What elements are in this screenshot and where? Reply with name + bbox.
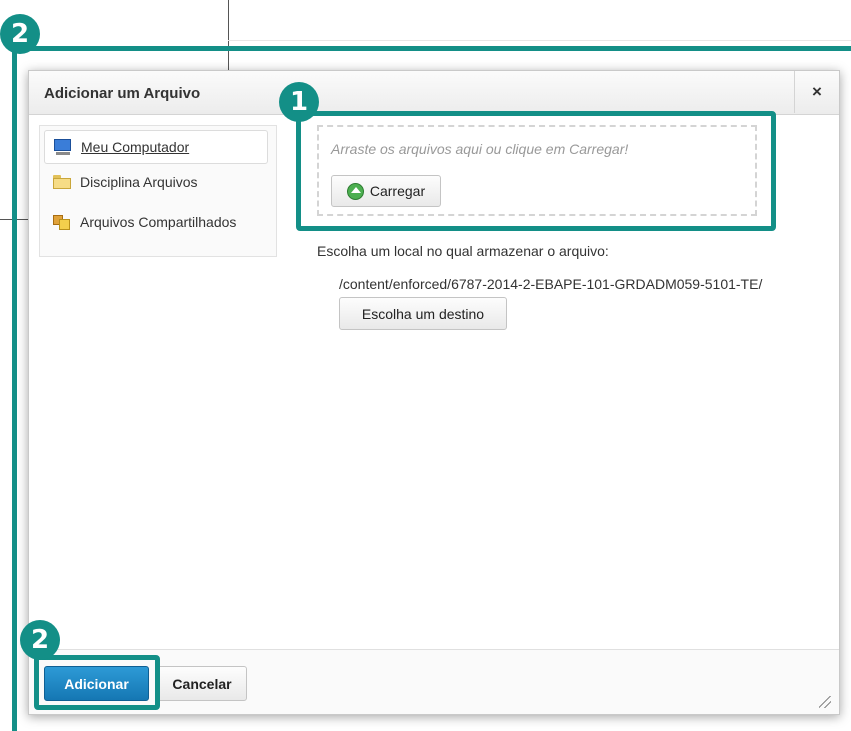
sidebar-item-label: Arquivos Compartilhados: [80, 214, 237, 230]
annotation-highlight-add: [34, 655, 160, 710]
shared-files-icon: [52, 214, 72, 230]
annotation-frame-left: [12, 46, 17, 731]
annotation-badge-2-bottom: 2: [20, 620, 60, 660]
close-button[interactable]: ×: [794, 71, 839, 113]
sidebar-item-course-files[interactable]: Disciplina Arquivos: [44, 166, 266, 198]
sidebar-item-label: Meu Computador: [81, 139, 190, 155]
sidebar-item-my-computer[interactable]: Meu Computador: [44, 130, 268, 164]
destination-label: Escolha um local no qual armazenar o arq…: [317, 243, 609, 259]
annotation-badge-2-top: 2: [0, 14, 40, 54]
choose-destination-button[interactable]: Escolha um destino: [339, 297, 507, 330]
dialog-titlebar: Adicionar um Arquivo ×: [29, 71, 839, 115]
sidebar-item-label: Disciplina Arquivos: [80, 174, 198, 190]
background-divider-top: [228, 40, 851, 41]
sidebar-item-shared-files[interactable]: Arquivos Compartilhados: [44, 206, 266, 238]
computer-icon: [53, 139, 73, 155]
cancel-button[interactable]: Cancelar: [157, 666, 247, 701]
resize-handle-icon[interactable]: [819, 696, 831, 708]
annotation-badge-1: 1: [279, 82, 319, 122]
dialog-title: Adicionar um Arquivo: [44, 85, 201, 102]
annotation-frame-top: [12, 46, 851, 51]
annotation-highlight-upload: [296, 111, 776, 231]
destination-path: /content/enforced/6787-2014-2-EBAPE-101-…: [339, 276, 763, 292]
folder-icon: [52, 174, 72, 190]
source-sidebar: Meu Computador Disciplina Arquivos Arqui…: [39, 125, 277, 257]
